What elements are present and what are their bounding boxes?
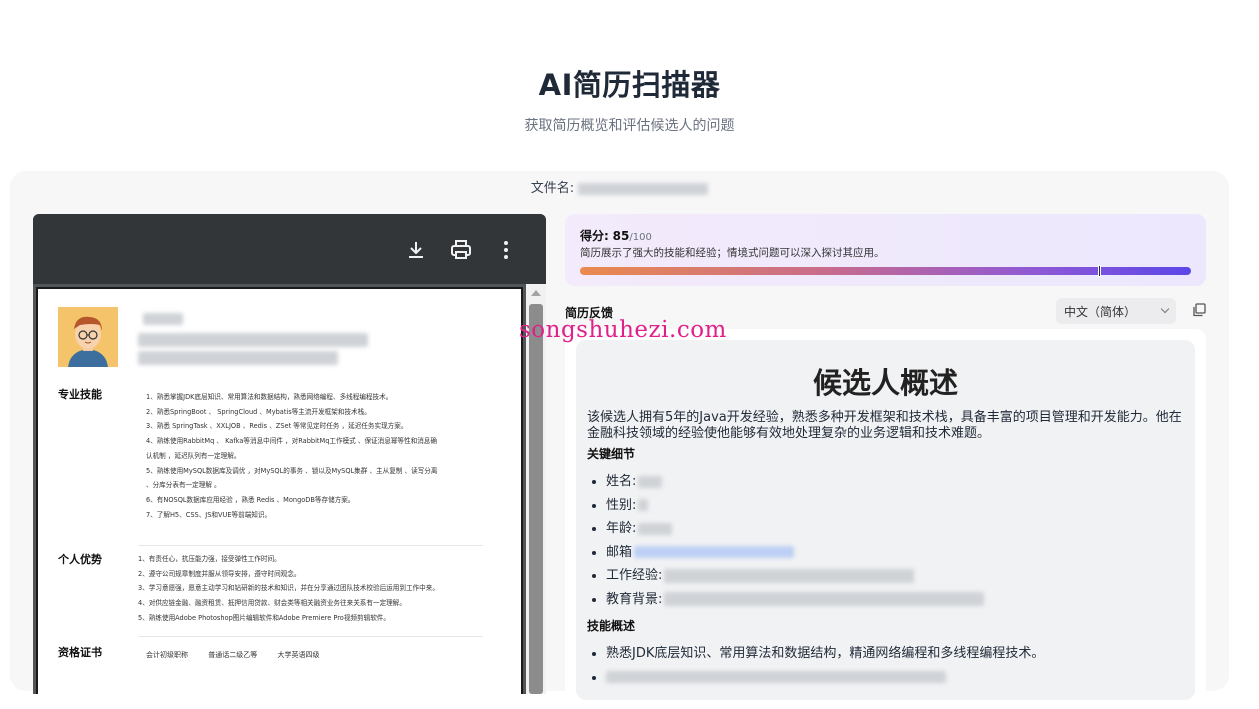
redacted-value	[664, 592, 985, 606]
redacted-value	[638, 522, 673, 535]
chevron-down-icon	[1160, 304, 1170, 314]
list-item: 熟悉JDK底层知识、常用算法和数据结构，精通网络编程和多线程编程技术。	[587, 645, 1044, 669]
page-title: AI简历扫描器	[538, 68, 721, 102]
list-item	[587, 669, 1044, 693]
strengths-list: 1、有责任心，抗压能力强，接受弹性工作时间。 2、遵守公司规章制度并服从领导安排…	[138, 552, 439, 626]
divider	[138, 545, 483, 546]
list-item: 5、熟练使用MySQL数据库及调优 ，对MySQL的事务 、锁以及MySQL集群…	[146, 466, 438, 475]
language-select[interactable]: 中文（简体）	[1056, 298, 1176, 324]
list-item: 3、学习意愿强，愿意主动学习和钻研新的技术和知识，并在分享通过团队技术校验后运用…	[138, 584, 439, 593]
list-item: 5、熟练使用Adobe Photoshop图片编辑软件和Adobe Premie…	[138, 613, 390, 622]
page-subtitle: 获取简历概览和评估候选人的问题	[524, 118, 735, 134]
redacted-value	[638, 499, 649, 511]
redacted-value	[634, 546, 795, 558]
candidate-info-redacted	[138, 333, 368, 347]
list-item: 4、对供应链金融、融资租赁、抵押信用贷款、财会类等相关融资业务往来关系有一定理解…	[138, 599, 406, 608]
cert-item: 会计初级职称	[146, 651, 188, 659]
redacted-value	[664, 568, 915, 583]
score-description: 简历展示了强大的技能和经验；情境式问题可以深入探讨其应用。	[580, 247, 885, 259]
watermark: songshuhezi.com	[519, 317, 727, 343]
list-item: 、分库分表有一定理解 。	[146, 481, 221, 490]
list-item: 7、了解H5、CSS、JS和VUE等前端知识。	[146, 510, 272, 519]
list-item: 4、熟练使用RabbitMq 、 Kafka等消息中间件 ，对RabbitMq工…	[146, 437, 437, 446]
scroll-up-arrow-icon[interactable]	[531, 290, 541, 296]
score-max: /100	[629, 232, 652, 243]
report-container: 候选人概述 该候选人拥有5年的Java开发经验，熟悉多种开发框架和技术栈，具备丰…	[565, 329, 1206, 709]
list-item: 6、有NOSQL数据库应用经验 ，熟悉 Redis 、MongoDB等存储方案。	[146, 495, 355, 504]
more-vertical-icon[interactable]	[494, 238, 518, 262]
report-title: 候选人概述	[812, 366, 958, 400]
list-item: 1、有责任心，抗压能力强，接受弹性工作时间。	[138, 555, 281, 563]
avatar	[58, 307, 118, 367]
skills-overview-list: 熟悉JDK底层知识、常用算法和数据结构，精通网络编程和多线程编程技术。	[587, 645, 1044, 692]
list-item: 认机制 ，延迟队列有一定理解。	[146, 451, 241, 460]
skills-overview-heading: 技能概述	[587, 619, 636, 633]
certs-section-title: 资格证书	[58, 646, 102, 659]
skills-list: 1、熟悉掌握JDK底层知识、常用算法和数据结构，熟悉网络编程、多线程编程技术。 …	[146, 390, 438, 522]
score-value: 85	[612, 229, 630, 243]
redacted-value	[606, 671, 946, 683]
list-item: 年龄:	[587, 520, 984, 544]
cert-item: 普通话二级乙等	[208, 651, 258, 659]
page-header: AI简历扫描器 获取简历概览和评估候选人的问题	[0, 0, 1259, 150]
strengths-section-title: 个人优势	[58, 553, 102, 566]
language-select-value: 中文（简体）	[1064, 305, 1137, 319]
print-icon[interactable]	[449, 238, 473, 262]
pdf-toolbar	[33, 214, 546, 284]
scroll-thumb[interactable]	[529, 304, 543, 694]
score-marker	[1098, 265, 1102, 277]
skills-section-title: 专业技能	[58, 388, 102, 401]
list-item: 2、熟悉SpringBoot 、 SpringCloud 、Mybatis等主流…	[146, 407, 371, 416]
pdf-scrollbar[interactable]	[526, 284, 546, 694]
pdf-viewer: 专业技能 1、熟悉掌握JDK底层知识、常用算法和数据结构，熟悉网络编程、多线程编…	[33, 214, 546, 694]
candidate-name-redacted	[143, 313, 183, 325]
score-progress-bar	[580, 265, 1191, 277]
candidate-info-redacted	[138, 351, 338, 365]
main-panel: 文件名: 专业技能 1、熟悉掌握JDK底层知识、常用算法和数据结构，熟悉网络编程…	[10, 171, 1229, 709]
report-summary: 该候选人拥有5年的Java开发经验，熟悉多种开发框架和技术栈，具备丰富的项目管理…	[587, 410, 1182, 441]
resume-page: 专业技能 1、熟悉掌握JDK底层知识、常用算法和数据结构，熟悉网络编程、多线程编…	[36, 287, 523, 694]
score-line: 得分: 85/100	[580, 227, 652, 244]
cert-item: 大学英语四级	[277, 651, 320, 659]
list-item: 1、熟悉掌握JDK底层知识、常用算法和数据结构，熟悉网络编程、多线程编程技术。	[146, 393, 393, 401]
certs-list: 会计初级职称 普通话二级乙等 大学英语四级	[146, 650, 337, 660]
divider	[138, 636, 483, 637]
score-card: 得分: 85/100 简历展示了强大的技能和经验；情境式问题可以深入探讨其应用。	[565, 214, 1206, 286]
download-icon[interactable]	[404, 238, 428, 262]
list-item: 教育背景:	[587, 591, 985, 615]
redacted-value	[638, 475, 663, 488]
key-details-list: 姓名: 性别: 年龄: 邮箱 工作经验: 教育背景:	[587, 473, 985, 615]
list-item: 姓名:	[587, 473, 984, 497]
key-details-heading: 关键细节	[587, 447, 636, 461]
list-item: 2、遵守公司规章制度并服从领导安排，遵守时间观念。	[138, 569, 301, 578]
list-item: 邮箱	[587, 544, 984, 568]
file-name: 文件名:	[10, 177, 1229, 196]
list-item: 工作经验:	[587, 567, 984, 591]
file-name-value-redacted	[578, 182, 709, 195]
list-item: 3、熟悉 SpringTask 、XXLJOB 、Redis 、ZSet 等常见…	[146, 422, 408, 431]
score-label: 得分:	[580, 229, 609, 243]
report-content: 候选人概述 该候选人拥有5年的Java开发经验，熟悉多种开发框架和技术栈，具备丰…	[576, 340, 1195, 700]
copy-icon[interactable]	[1192, 302, 1206, 317]
file-name-label: 文件名:	[530, 181, 575, 196]
list-item: 性别:	[587, 497, 984, 521]
